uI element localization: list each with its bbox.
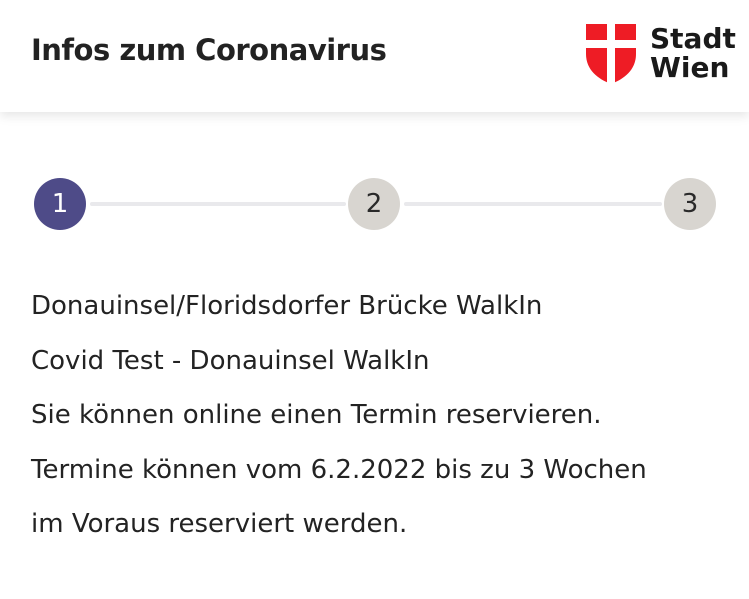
logo-text-line1: Stadt <box>650 22 736 55</box>
progress-stepper: 1 2 3 <box>34 178 718 230</box>
location-name: Donauinsel/Floridsdorfer Brücke WalkIn <box>31 291 543 321</box>
app-header: Infos zum Coronavirus Stadt Wien <box>0 0 749 112</box>
stepper-connector <box>90 202 346 206</box>
appointment-info: Donauinsel/Floridsdorfer Brücke WalkIn C… <box>31 279 731 552</box>
page-title: Infos zum Coronavirus <box>31 33 387 67</box>
step-1-indicator: 1 <box>34 178 86 230</box>
step-3-indicator: 3 <box>664 178 716 230</box>
vienna-shield-icon <box>586 24 636 84</box>
reservation-info: Sie können online einen Termin reservier… <box>31 400 602 430</box>
stadt-wien-logo[interactable]: Stadt Wien <box>586 24 736 86</box>
logo-text-line2: Wien <box>650 51 730 84</box>
terms-text-line2: im Voraus reserviert werden. <box>31 509 408 539</box>
step-2-indicator: 2 <box>348 178 400 230</box>
test-name: Covid Test - Donauinsel WalkIn <box>31 345 430 376</box>
logo-wordmark: Stadt Wien <box>650 24 736 82</box>
terms-text-line1: Termine können vom 6.2.2022 bis zu 3 Woc… <box>31 454 647 485</box>
stepper-connector <box>404 202 662 206</box>
